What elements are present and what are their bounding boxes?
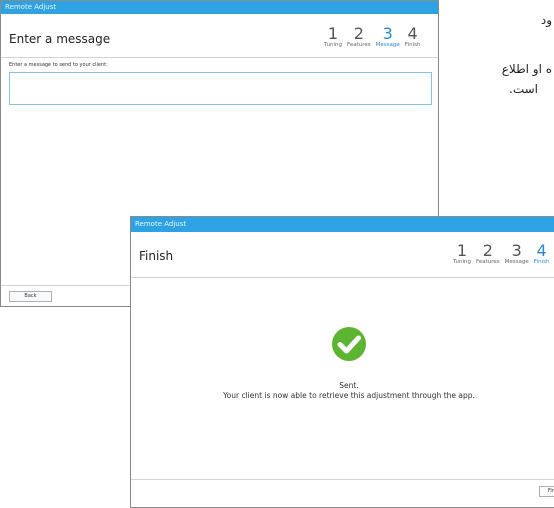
step-number: 3 (382, 24, 393, 43)
step-label: Tuning (324, 42, 343, 48)
header-divider (1, 57, 438, 58)
step-message: 3 Message (505, 242, 529, 266)
step-label: Features (347, 42, 371, 48)
step-label: Message (504, 259, 529, 265)
step-label: Features (476, 259, 500, 265)
message-field-label: Enter a message to send to your client: (9, 62, 108, 68)
step-label: Finish (533, 259, 550, 265)
step-features: 2 Features (476, 242, 500, 266)
step-features: 2 Features (347, 25, 371, 49)
step-number: 3 (511, 241, 522, 260)
finish-window: Remote Adjust Finish 1 Tuning 2 Features… (130, 216, 554, 508)
footer-divider (131, 479, 554, 480)
step-finish: 4 Finish (405, 25, 421, 49)
back-button[interactable]: Back (9, 291, 52, 302)
header-divider (131, 277, 554, 278)
step-finish: 4 Finish (534, 242, 550, 266)
background-text-line2: ه او اطلاع (501, 62, 552, 76)
page-title: Enter a message (9, 32, 111, 46)
step-number: 2 (482, 241, 493, 260)
step-label: Finish (404, 42, 421, 48)
step-number: 2 (353, 24, 364, 43)
status-title: Sent. (339, 381, 359, 390)
finish-button[interactable]: Finish (539, 486, 554, 497)
step-label: Tuning (453, 259, 472, 265)
status-message: Your client is now able to retrieve this… (223, 391, 475, 400)
step-tuning: 1 Tuning (324, 25, 342, 49)
background-text-line1: ود (540, 13, 552, 27)
message-window-titlebar[interactable]: Remote Adjust (1, 1, 438, 14)
finish-window-titlebar[interactable]: Remote Adjust (131, 217, 554, 232)
step-message: 3 Message (376, 25, 400, 49)
step-tuning: 1 Tuning (453, 242, 471, 266)
page-title: Finish (139, 249, 174, 263)
step-number: 4 (407, 24, 418, 43)
step-indicator: 1 Tuning 2 Features 3 Message 4 Finish (324, 25, 420, 49)
background-text-line3: است. (509, 82, 538, 96)
check-circle-icon (331, 326, 367, 362)
step-number: 4 (536, 241, 547, 260)
step-number: 1 (456, 241, 468, 260)
step-label: Message (375, 42, 400, 48)
message-input[interactable] (9, 72, 432, 105)
step-indicator: 1 Tuning 2 Features 3 Message 4 Finish (453, 242, 549, 266)
step-number: 1 (327, 24, 339, 43)
